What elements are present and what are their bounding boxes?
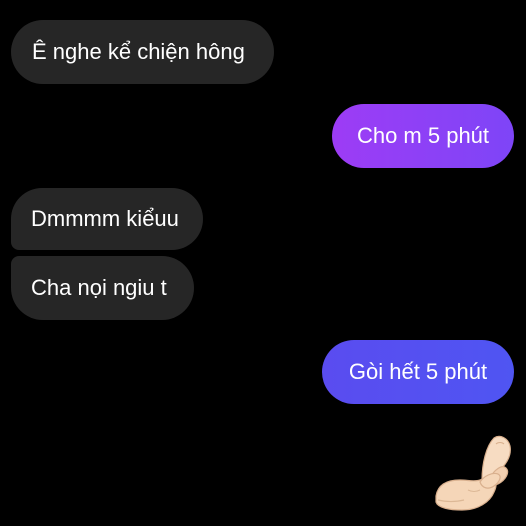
pinched-fingers-icon[interactable]	[432, 430, 518, 516]
message-text: Dmmmm kiểuu	[31, 206, 179, 231]
message-text: Cha nọi ngiu t	[31, 275, 167, 300]
incoming-message-bubble[interactable]: Dmmmm kiểuu	[11, 188, 203, 250]
incoming-message-bubble[interactable]: Cha nọi ngiu t	[11, 256, 194, 320]
outgoing-message-bubble[interactable]: Gòi hết 5 phút	[322, 340, 514, 404]
outgoing-message-bubble[interactable]: Cho m 5 phút	[332, 104, 514, 168]
incoming-message-bubble[interactable]: Ê nghe kể chiện hông	[11, 20, 274, 84]
message-text: Gòi hết 5 phút	[348, 359, 488, 384]
message-text: Cho m 5 phút	[356, 123, 490, 148]
message-text: Ê nghe kể chiện hông	[32, 39, 245, 64]
